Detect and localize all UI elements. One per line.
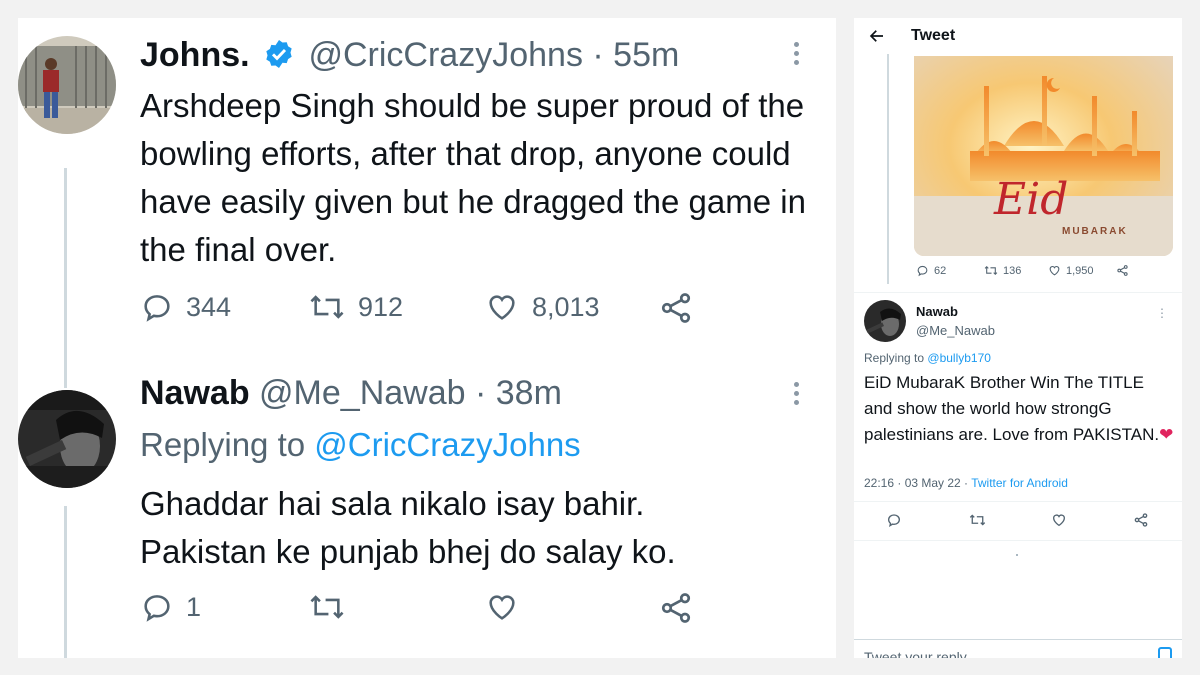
divider — [854, 501, 1182, 502]
share-button[interactable] — [658, 590, 694, 626]
like-button[interactable]: 1,950 — [1048, 264, 1094, 277]
author-handle[interactable]: @Me_Nawab — [916, 323, 995, 338]
image-upload-icon[interactable] — [1158, 647, 1172, 658]
retweet-icon — [308, 290, 346, 324]
author-handle[interactable]: @Me_Nawab — [259, 374, 466, 412]
tweet-header: Johns. @CricCrazyJohns · 55m — [140, 36, 679, 79]
heart-icon — [484, 290, 520, 324]
verified-badge-icon — [263, 38, 295, 79]
replying-to: Replying to @bullyb170 — [864, 351, 991, 365]
reply-button[interactable]: 344 — [140, 290, 231, 324]
loading-dot — [1016, 554, 1018, 556]
eid-calligraphy: Eid — [994, 174, 1069, 225]
tweet-source-link[interactable]: Twitter for Android — [971, 476, 1068, 490]
tweet-text-line: Pakistan ke punjab bhej do salay ko. — [140, 533, 676, 570]
reply-count: 344 — [186, 291, 232, 322]
tweet-actions: 344 912 8,013 — [140, 290, 740, 330]
author-name[interactable]: Nawab — [140, 374, 250, 412]
thread-connector — [64, 506, 67, 658]
divider — [854, 639, 1182, 640]
left-tweet-thread: Johns. @CricCrazyJohns · 55m Arshdeep Si… — [18, 18, 836, 658]
reply-count: 62 — [934, 264, 947, 277]
divider — [854, 540, 1182, 541]
thread-connector — [64, 168, 67, 388]
reply-input[interactable]: Tweet your reply — [864, 649, 967, 658]
retweet-icon[interactable] — [969, 512, 986, 533]
tweet-timestamp[interactable]: 22:16 · 03 May 22 · — [864, 476, 968, 490]
tweet-time[interactable]: · 55m — [592, 36, 679, 74]
replying-handle-link[interactable]: @bullyb170 — [927, 351, 991, 365]
reply-icon — [140, 590, 174, 624]
replying-to: Replying to @CricCrazyJohns — [140, 426, 581, 464]
tweet-text-line: Ghaddar hai sala nikalo isay bahir. — [140, 485, 645, 522]
replying-handle-link[interactable]: @CricCrazyJohns — [314, 426, 580, 463]
back-arrow-icon[interactable] — [868, 27, 886, 50]
reply-button[interactable]: 62 — [916, 264, 946, 277]
replying-label: Replying to — [140, 426, 306, 463]
replying-label: Replying to — [864, 351, 925, 365]
author-name[interactable]: Nawab — [916, 304, 958, 319]
retweet-button[interactable]: 136 — [984, 264, 1021, 277]
tweet-text: Ghaddar hai sala nikalo isay bahir. Paki… — [140, 480, 820, 576]
screenshot-collage: Johns. @CricCrazyJohns · 55m Arshdeep Si… — [0, 0, 1200, 675]
more-options-icon[interactable]: ⋮ — [1156, 306, 1168, 320]
tweet-header: Nawab @Me_Nawab · 38m — [140, 374, 562, 413]
share-icon — [658, 590, 694, 626]
author-handle[interactable]: @CricCrazyJohns — [308, 36, 582, 74]
avatar[interactable] — [18, 36, 116, 134]
share-button[interactable] — [658, 290, 694, 326]
right-tweet-detail: Tweet Eid MUBARAK 62 136 1,950 Nawab @Me… — [854, 18, 1182, 658]
share-button[interactable] — [1116, 264, 1129, 277]
thread-connector — [887, 54, 889, 284]
heart-icon[interactable] — [1051, 512, 1067, 533]
heart-icon — [484, 590, 520, 624]
like-count: 1,950 — [1066, 264, 1094, 277]
reply-button[interactable]: 1 — [140, 590, 201, 624]
more-options-icon[interactable] — [794, 38, 802, 69]
share-icon — [658, 290, 694, 326]
eid-subtitle: MUBARAK — [1062, 226, 1128, 237]
retweet-button[interactable] — [308, 590, 346, 624]
retweet-icon — [308, 590, 346, 624]
avatar[interactable] — [864, 300, 906, 342]
top-bar: Tweet — [854, 18, 1182, 54]
like-button[interactable] — [484, 590, 520, 624]
author-name[interactable]: Johns. — [140, 36, 250, 74]
like-button[interactable]: 8,013 — [484, 290, 600, 324]
reply-icon — [140, 290, 174, 324]
tweet-text: EiD MubaraK Brother Win The TITLE and sh… — [864, 370, 1176, 448]
share-icon[interactable] — [1133, 512, 1149, 533]
like-count: 8,013 — [532, 291, 600, 322]
tweet-metadata: 22:16 · 03 May 22 · Twitter for Android — [864, 476, 1068, 490]
retweet-count: 912 — [358, 291, 404, 322]
reply-count: 1 — [186, 591, 202, 622]
tweet-time[interactable]: · 38m — [475, 374, 562, 412]
reply-icon[interactable] — [886, 512, 902, 533]
red-heart-emoji: ❤ — [1159, 425, 1174, 444]
more-options-icon[interactable] — [794, 378, 802, 409]
tweet-actions — [854, 512, 1182, 530]
page-title: Tweet — [911, 27, 956, 44]
divider — [854, 292, 1182, 293]
retweet-count: 136 — [1003, 264, 1022, 277]
eid-mubarak-image[interactable]: Eid MUBARAK — [914, 56, 1173, 256]
avatar[interactable] — [18, 390, 116, 488]
parent-tweet-actions: 62 136 1,950 — [916, 264, 1176, 280]
tweet-text: Arshdeep Singh should be super proud of … — [140, 87, 806, 268]
retweet-button[interactable]: 912 — [308, 290, 403, 324]
tweet-text-content: EiD MubaraK Brother Win The TITLE and sh… — [864, 373, 1160, 444]
tweet-actions: 1 — [140, 590, 740, 630]
